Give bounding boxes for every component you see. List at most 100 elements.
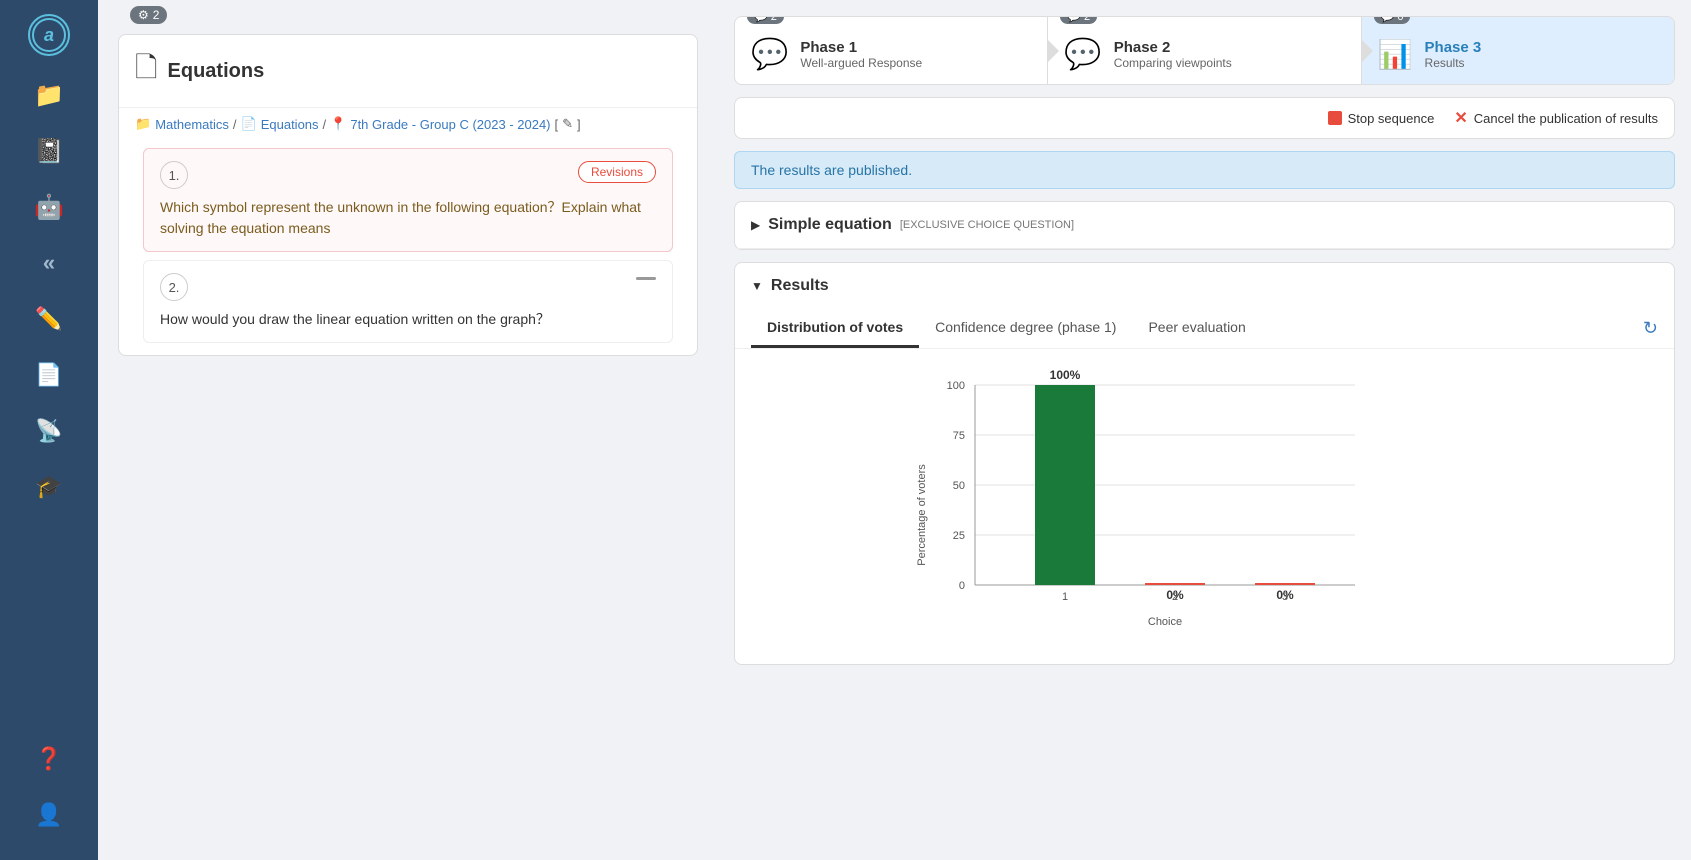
left-panel: ⚙ 2 🗋 Equations 📁 Mathematics / 📄 Equati… <box>98 0 718 860</box>
sidebar-item-file[interactable]: 📄 <box>14 350 84 400</box>
results-published-text: The results are published. <box>751 162 912 178</box>
right-panel: 💬 2 💬 Phase 1 Well-argued Response 💬 2 💬 <box>718 0 1691 860</box>
stop-icon <box>1328 111 1342 125</box>
sidebar-item-user[interactable]: 👤 <box>14 790 84 840</box>
cancel-label: Cancel the publication of results <box>1474 111 1658 126</box>
phase-2-icon: 💬 <box>1064 37 1101 72</box>
location-icon: 📍 <box>330 116 346 132</box>
question-1-text: Which symbol represent the unknown in th… <box>160 197 656 239</box>
breadcrumb-group[interactable]: 7th Grade - Group C (2023 - 2024) <box>350 117 550 132</box>
phase-2-subtitle: Comparing viewpoints <box>1114 56 1232 70</box>
stop-sequence-button[interactable]: Stop sequence <box>1328 111 1435 126</box>
sidebar-item-robot[interactable]: 🤖 <box>14 182 84 232</box>
bar-2 <box>1145 583 1205 585</box>
results-banner: The results are published. <box>734 151 1675 189</box>
phase-3-info: Phase 3 Results <box>1425 39 1482 70</box>
chart-tabs: Distribution of votes Confidence degree … <box>735 309 1674 349</box>
phase-3-title: Phase 3 <box>1425 39 1482 56</box>
sidebar-item-rss[interactable]: 📡 <box>14 406 84 456</box>
phase-3-icon: 📊 <box>1378 38 1413 71</box>
breadcrumb-equations[interactable]: Equations <box>261 117 319 132</box>
y-tick-25: 25 <box>952 530 964 542</box>
sidebar: a 📁 📓 🤖 « ✏️ 📄 📡 🎓 ❓ 👤 <box>0 0 98 860</box>
bar-1-label: 100% <box>1049 368 1080 382</box>
sidebar-item-folder[interactable]: 📁 <box>14 70 84 120</box>
y-tick-0: 0 <box>958 580 964 592</box>
action-bar: Stop sequence ✕ Cancel the publication o… <box>734 97 1675 139</box>
question-1-number: 1. <box>160 161 188 189</box>
phase-2-arrow <box>1361 39 1373 63</box>
sidebar-item-help[interactable]: ❓ <box>14 734 84 784</box>
tab-peer-evaluation[interactable]: Peer evaluation <box>1132 309 1261 348</box>
section-header-simple-equation[interactable]: ▶ Simple equation [EXCLUSIVE CHOICE QUES… <box>735 202 1674 249</box>
stop-label: Stop sequence <box>1348 111 1435 126</box>
doc-icon-small: 📄 <box>241 116 257 132</box>
bar-1 <box>1035 385 1095 585</box>
phase-2-title: Phase 2 <box>1114 39 1232 56</box>
chart-area: Percentage of voters <box>735 349 1674 648</box>
sidebar-bottom: ❓ 👤 <box>14 734 84 850</box>
collapse-arrow-icon: ▶ <box>751 218 760 232</box>
cancel-publication-button[interactable]: ✕ Cancel the publication of results <box>1454 108 1658 128</box>
breadcrumb: 📁 Mathematics / 📄 Equations / 📍 7th Grad… <box>119 108 697 140</box>
phase-2-badge: 💬 2 <box>1060 16 1097 24</box>
logo[interactable]: a <box>19 10 79 60</box>
activity-title: Equations <box>168 60 265 83</box>
phase-3-badge: 💬 0 <box>1374 16 1411 24</box>
tab-distribution-votes[interactable]: Distribution of votes <box>751 309 919 348</box>
edit-pencil-icon[interactable]: ✎ <box>562 116 573 132</box>
sidebar-item-chevron[interactable]: « <box>14 238 84 288</box>
phase-2-tab[interactable]: 💬 2 💬 Phase 2 Comparing viewpoints <box>1048 17 1361 84</box>
phase-1-title: Phase 1 <box>800 39 922 56</box>
y-tick-75: 75 <box>952 430 964 442</box>
sidebar-item-notebook[interactable]: 📓 <box>14 126 84 176</box>
main-content: ⚙ 2 🗋 Equations 📁 Mathematics / 📄 Equati… <box>98 0 1691 860</box>
activity-card: 🗋 Equations 📁 Mathematics / 📄 Equations … <box>118 34 698 356</box>
gear-icon: ⚙ <box>138 8 149 22</box>
tab-confidence-degree[interactable]: Confidence degree (phase 1) <box>919 309 1132 348</box>
phase-1-icon: 💬 <box>751 37 788 72</box>
folder-icon-small: 📁 <box>135 116 151 132</box>
phase-1-tab[interactable]: 💬 2 💬 Phase 1 Well-argued Response <box>735 17 1048 84</box>
x-tick-1: 1 <box>1061 591 1067 603</box>
activity-header: 🗋 Equations <box>119 35 697 108</box>
question-2-text: How would you draw the linear equation w… <box>160 309 656 330</box>
simple-equation-tag: [EXCLUSIVE CHOICE QUESTION] <box>900 219 1074 231</box>
y-tick-100: 100 <box>946 380 964 392</box>
svg-text:a: a <box>44 25 54 45</box>
question-2-block: 2. How would you draw the linear equatio… <box>143 260 673 343</box>
sidebar-item-graduation[interactable]: 🎓 <box>14 462 84 512</box>
phase-3-subtitle: Results <box>1425 56 1482 70</box>
phase-tabs: 💬 2 💬 Phase 1 Well-argued Response 💬 2 💬 <box>734 16 1675 85</box>
question-1-block: 1. Which symbol represent the unknown in… <box>143 148 673 252</box>
chart-container: Percentage of voters <box>905 365 1505 648</box>
refresh-icon[interactable]: ↻ <box>1643 318 1658 339</box>
breadcrumb-mathematics[interactable]: Mathematics <box>155 117 229 132</box>
phase-2-info: Phase 2 Comparing viewpoints <box>1114 39 1232 70</box>
question-2-dash <box>636 277 656 280</box>
x-axis-title: Choice <box>1147 616 1181 628</box>
badge-count: 2 <box>153 8 160 22</box>
results-section-header[interactable]: ▼ Results <box>735 263 1674 309</box>
activity-card-wrapper: ⚙ 2 🗋 Equations 📁 Mathematics / 📄 Equati… <box>118 20 698 356</box>
results-title: Results <box>771 277 829 295</box>
phase-1-info: Phase 1 Well-argued Response <box>800 39 922 70</box>
phase-1-arrow <box>1047 39 1059 63</box>
sidebar-nav: 📁 📓 🤖 « ✏️ 📄 📡 🎓 <box>0 70 98 734</box>
simple-equation-section: ▶ Simple equation [EXCLUSIVE CHOICE QUES… <box>734 201 1675 250</box>
activity-badge: ⚙ 2 <box>130 6 167 24</box>
y-tick-50: 50 <box>952 480 964 492</box>
x-icon: ✕ <box>1454 108 1467 128</box>
phase-2-count: 2 <box>1084 16 1090 23</box>
revisions-button[interactable]: Revisions <box>578 161 656 183</box>
phase-3-tab[interactable]: 💬 0 📊 Phase 3 Results <box>1362 17 1674 84</box>
sidebar-item-edit[interactable]: ✏️ <box>14 294 84 344</box>
bar-3 <box>1255 583 1315 585</box>
phase-3-count: 0 <box>1397 16 1403 23</box>
logo-icon: a <box>28 14 70 56</box>
chat-icon-3: 💬 <box>1381 16 1395 23</box>
phase-1-count: 2 <box>771 16 777 23</box>
results-section: ▼ Results Distribution of votes Confiden… <box>734 262 1675 665</box>
chat-icon-2: 💬 <box>1067 16 1081 23</box>
document-icon: 🗋 <box>135 47 158 95</box>
